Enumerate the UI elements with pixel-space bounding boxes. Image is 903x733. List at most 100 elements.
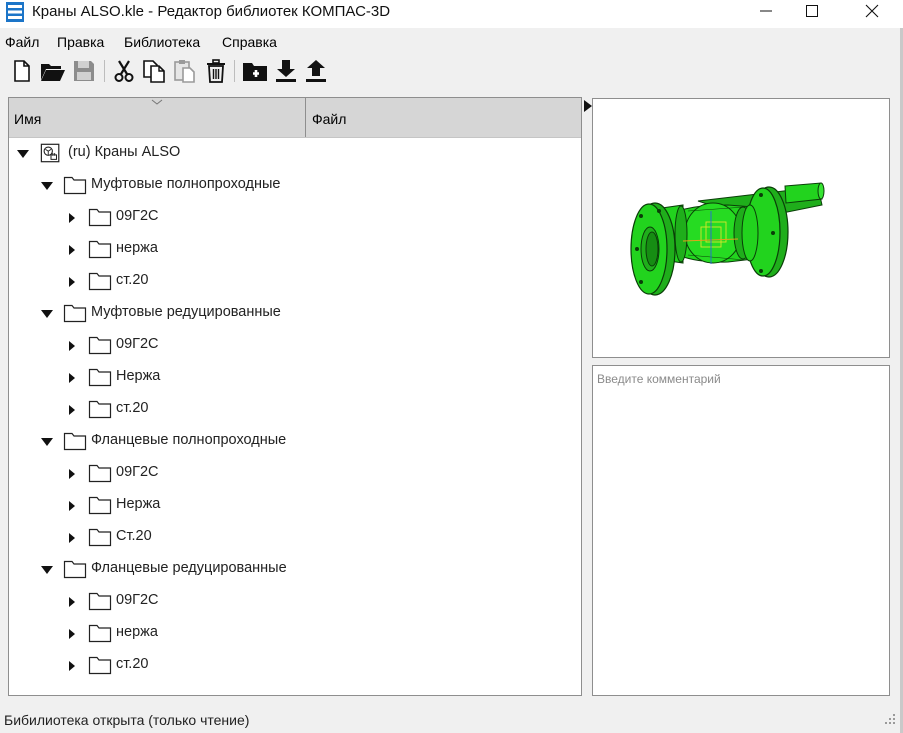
tree-group-item[interactable]: Фланцевые редуцированные [40, 558, 320, 582]
tree-group-item[interactable]: Муфтовые редуцированные [40, 302, 320, 326]
import-button[interactable] [272, 57, 300, 85]
tree-item-label: нержа [116, 624, 158, 640]
tree-item-label: ст.20 [116, 400, 149, 416]
delete-button[interactable] [202, 57, 230, 85]
tree-group-item[interactable]: Муфтовые полнопроходные [40, 174, 320, 198]
tree-item-label: 09Г2С [116, 592, 159, 608]
copy-button[interactable] [140, 57, 168, 85]
tree-leaf-item[interactable]: нержа [65, 238, 265, 262]
collapsed-arrow-icon[interactable] [65, 211, 79, 225]
tree-item-label: Фланцевые редуцированные [91, 560, 287, 576]
folder-icon [88, 240, 112, 259]
model-preview[interactable] [592, 98, 890, 358]
tree-leaf-item[interactable]: Ст.20 [65, 526, 265, 550]
minimize-button[interactable] [743, 0, 789, 28]
tree-leaf-item[interactable]: 09Г2С [65, 334, 265, 358]
expanded-arrow-icon[interactable] [40, 563, 54, 577]
toolbar-separator [104, 60, 105, 82]
expanded-arrow-icon[interactable] [16, 147, 30, 161]
folder-icon [88, 656, 112, 675]
collapsed-arrow-icon[interactable] [65, 403, 79, 417]
folder-icon [63, 304, 87, 323]
folder-icon [63, 432, 87, 451]
tree-item-label: Фланцевые полнопроходные [91, 432, 287, 448]
paste-button[interactable] [170, 57, 198, 85]
save-button[interactable] [70, 57, 98, 85]
collapsed-arrow-icon[interactable] [65, 339, 79, 353]
column-name-label: Имя [14, 111, 42, 127]
collapsed-arrow-icon[interactable] [65, 371, 79, 385]
collapsed-arrow-icon[interactable] [65, 275, 79, 289]
tree-leaf-item[interactable]: нержа [65, 622, 265, 646]
folder-icon [88, 208, 112, 227]
column-header-file[interactable]: Файл [307, 98, 581, 137]
add-folder-button[interactable] [240, 57, 268, 85]
tree-root-item[interactable]: (ru) Краны ALSO [16, 142, 316, 166]
toolbar-separator [234, 60, 235, 82]
collapsed-arrow-icon[interactable] [65, 499, 79, 513]
menu-library[interactable]: Библиотека [124, 34, 200, 50]
paste-icon [174, 60, 195, 83]
tree-item-label: ст.20 [116, 272, 149, 288]
tree-leaf-item[interactable]: 09Г2С [65, 590, 265, 614]
tree-item-label: ст.20 [116, 656, 149, 672]
save-icon [74, 61, 94, 81]
status-bar: Бибилиотека открыта (только чтение) [0, 707, 903, 733]
add-folder-icon [243, 63, 267, 81]
menu-edit[interactable]: Правка [57, 34, 104, 50]
tree-leaf-item[interactable]: ст.20 [65, 654, 265, 678]
tree-item-label: 09Г2С [116, 208, 159, 224]
tree-leaf-item[interactable]: 09Г2С [65, 206, 265, 230]
expanded-arrow-icon[interactable] [40, 179, 54, 193]
menu-help[interactable]: Справка [222, 34, 277, 50]
collapsed-arrow-icon[interactable] [65, 467, 79, 481]
tree-leaf-item[interactable]: Нержа [65, 366, 265, 390]
expanded-arrow-icon[interactable] [40, 435, 54, 449]
folder-icon [88, 336, 112, 355]
folder-icon [88, 464, 112, 483]
open-folder-icon [41, 64, 65, 81]
minimize-icon [760, 10, 772, 12]
folder-icon [88, 624, 112, 643]
toolbar [0, 56, 903, 88]
tree-leaf-item[interactable]: 09Г2С [65, 462, 265, 486]
collapsed-arrow-icon[interactable] [65, 531, 79, 545]
collapsed-arrow-icon[interactable] [65, 659, 79, 673]
valve-model-image [630, 182, 825, 296]
menu-file[interactable]: Файл [5, 34, 39, 50]
sort-arrow-icon [151, 99, 163, 105]
tree-item-label: нержа [116, 240, 158, 256]
tree-item-label: 09Г2С [116, 336, 159, 352]
tree-leaf-item[interactable]: Нержа [65, 494, 265, 518]
tree-leaf-item[interactable]: ст.20 [65, 398, 265, 422]
collapsed-arrow-icon[interactable] [65, 595, 79, 609]
header-divider [9, 137, 581, 138]
tree-item-label: Муфтовые редуцированные [91, 304, 281, 320]
new-button[interactable] [8, 57, 36, 85]
folder-icon [88, 592, 112, 611]
folder-icon [88, 272, 112, 291]
tree-item-label: Нержа [116, 368, 161, 384]
open-button[interactable] [38, 57, 66, 85]
tree-header: Имя Файл [9, 98, 581, 137]
export-button[interactable] [302, 57, 330, 85]
title-bar: Краны ALSO.kle - Редактор библиотек КОМП… [0, 0, 903, 28]
resize-grip-icon[interactable] [882, 713, 896, 727]
folder-icon [88, 400, 112, 419]
tree-item-label: 09Г2С [116, 464, 159, 480]
expanded-arrow-icon[interactable] [40, 307, 54, 321]
cut-icon [114, 60, 134, 82]
tree-group-item[interactable]: Фланцевые полнопроходные [40, 430, 320, 454]
column-header-name[interactable]: Имя [9, 98, 306, 137]
collapsed-arrow-icon[interactable] [65, 243, 79, 257]
tree-item-label: Нержа [116, 496, 161, 512]
collapsed-arrow-icon[interactable] [65, 627, 79, 641]
maximize-button[interactable] [789, 0, 835, 28]
tree-item-label: Муфтовые полнопроходные [91, 176, 281, 192]
comment-input[interactable] [593, 366, 889, 695]
cut-button[interactable] [110, 57, 138, 85]
library-tree[interactable]: Имя Файл (ru) Краны ALSO Муфтовые полноп… [8, 97, 582, 696]
close-button[interactable] [849, 0, 895, 28]
tree-leaf-item[interactable]: ст.20 [65, 270, 265, 294]
library-app-icon [6, 2, 24, 22]
